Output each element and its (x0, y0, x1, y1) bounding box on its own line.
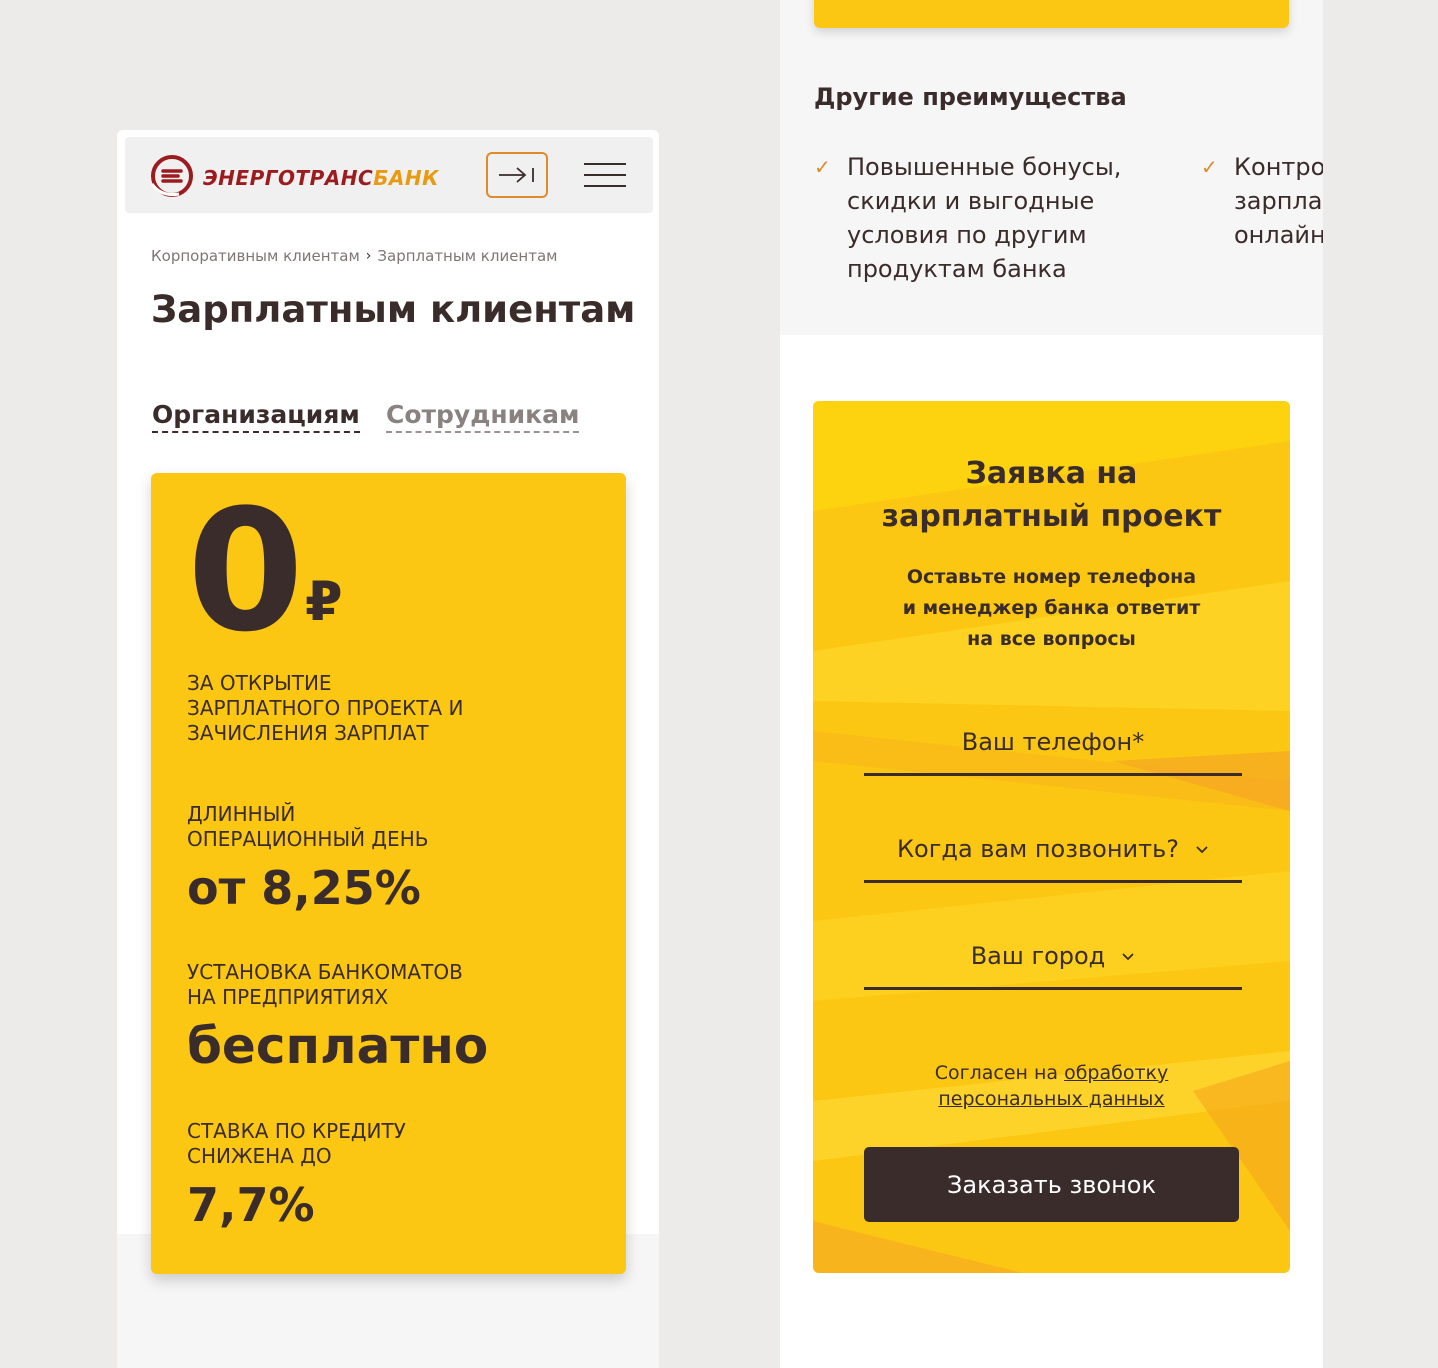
offer-caption-operday: Длинный операционный день (187, 802, 429, 851)
offer-price-value: 0 (187, 473, 304, 669)
bank-logo-text[interactable]: ЭНЕРГОТРАНСБАНК (203, 166, 439, 190)
breadcrumb-current: Зарплатным клиентам (377, 247, 558, 265)
ruble-icon: ₽ (305, 570, 343, 633)
offer-caption-credit-rate: Ставка по кредиту снижена до (187, 1119, 406, 1168)
site-header: ЭНЕРГОТРАНСБАНК (125, 137, 653, 213)
offer-caption-atm: Установка банкоматов на предприятиях (187, 960, 463, 1009)
logo-text-energotrans: ЭНЕРГОТРАНС (203, 166, 374, 190)
bank-e-logo-icon[interactable] (149, 153, 195, 199)
consent-text: Согласен на обработку персональных данны… (813, 1060, 1290, 1112)
chevron-down-icon (1196, 845, 1208, 853)
order-call-button[interactable]: Заказать звонок (864, 1147, 1239, 1222)
form-subtitle: Оставьте номер телефона и менеджер банка… (813, 562, 1290, 655)
consent-label: Согласен на (934, 1062, 1065, 1084)
login-button[interactable] (486, 152, 548, 198)
form-title: Заявка на зарплатный проект (813, 452, 1290, 538)
check-icon: ✓ (1201, 155, 1218, 179)
advantages-title: Другие преимущества (814, 83, 1127, 111)
offer-value-atm: бесплатно (187, 1017, 489, 1075)
breadcrumb: Корпоративным клиентам › Зарплатным клие… (151, 247, 557, 265)
check-icon: ✓ (814, 155, 831, 179)
offer-value-credit-rate: 7,7% (187, 1178, 315, 1232)
advantage-item: ✓ Контро зарпла онлайн (1201, 150, 1323, 252)
breadcrumb-separator-icon: › (365, 248, 372, 264)
offer-value-operday: от 8,25% (187, 861, 421, 915)
chevron-down-icon (1122, 952, 1134, 960)
advantage-text: Повышенные бонусы, скидки и выгодные усл… (847, 153, 1122, 283)
page-title: Зарплатным клиентам (151, 288, 636, 331)
login-arrow-icon (499, 167, 534, 183)
logo-text-bank: БАНК (373, 166, 439, 190)
form-subtitle-line: на все вопросы (967, 628, 1136, 650)
form-subtitle-line: и менеджер банка ответит (902, 597, 1201, 619)
form-subtitle-line: Оставьте номер телефона (906, 566, 1197, 588)
advantage-text: Контро зарпла онлайн (1234, 153, 1323, 249)
mobile-screen-application-form: Другие преимущества ✓ Повышенные бонусы,… (780, 0, 1323, 1368)
breadcrumb-link-corporate[interactable]: Корпоративным клиентам (151, 247, 360, 265)
hamburger-menu-icon[interactable] (584, 163, 626, 187)
mobile-screen-salary-clients: ЭНЕРГОТРАНСБАНК Корпоративным клиентам ›… (117, 130, 659, 1368)
card-bottom-edge (814, 0, 1289, 28)
tab-organizations[interactable]: Организациям (152, 400, 360, 433)
call-time-placeholder: Когда вам позвонить? (897, 834, 1179, 863)
salary-offer-card: 0 ₽ За открытие зарплатного проекта и за… (151, 473, 626, 1274)
city-select[interactable]: Ваш город (864, 924, 1242, 990)
phone-field-placeholder: Ваш телефон* (961, 727, 1145, 756)
phone-field[interactable]: Ваш телефон* (864, 710, 1242, 776)
form-title-text: Заявка на зарплатный проект (881, 456, 1222, 534)
offer-caption-opening: За открытие зарплатного проекта и зачисл… (187, 671, 464, 745)
city-placeholder: Ваш город (970, 941, 1106, 970)
advantage-item: ✓ Повышенные бонусы, скидки и выгодные у… (814, 150, 1144, 286)
tab-employees[interactable]: Сотрудникам (386, 400, 580, 433)
call-time-select[interactable]: Когда вам позвонить? (864, 817, 1242, 883)
